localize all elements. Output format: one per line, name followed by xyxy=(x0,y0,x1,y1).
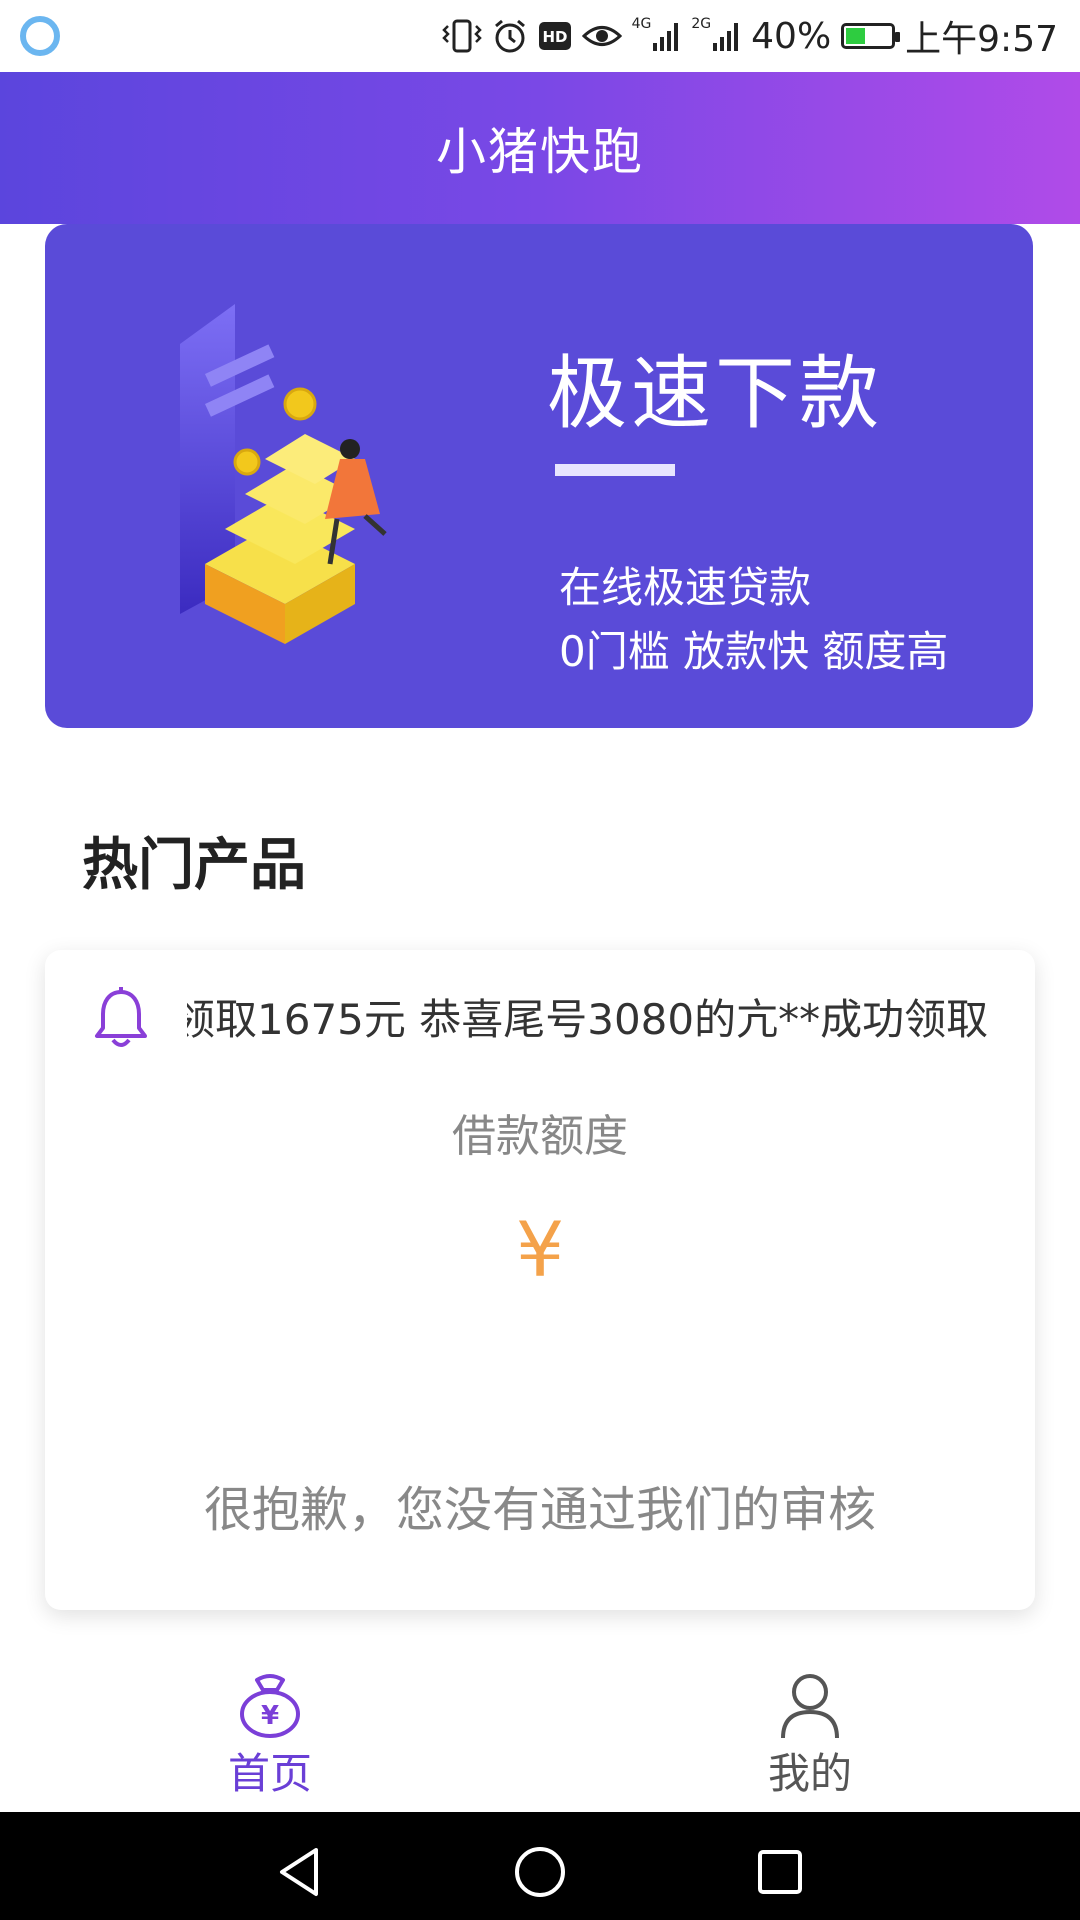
eye-comfort-icon xyxy=(581,16,622,56)
banner-divider xyxy=(555,464,675,476)
page-title: 小猪快跑 xyxy=(436,123,644,181)
currency-symbol: ¥ xyxy=(515,1205,565,1294)
user-icon xyxy=(781,1674,839,1739)
svg-text:HD: HD xyxy=(542,28,567,46)
alarm-icon xyxy=(492,16,528,56)
promo-banner[interactable]: 极速下款 在线极速贷款 0门槛 放款快 额度高 xyxy=(45,224,1033,728)
signal-icon: 4G xyxy=(632,16,682,56)
tab-label: 我的 xyxy=(767,1749,852,1798)
tab-home[interactable]: ¥ 首页 xyxy=(120,1640,420,1812)
notification-ticker: 领取1675元 恭喜尾号3080的亢**成功领取 xyxy=(187,990,987,1050)
app-notification-icon xyxy=(20,16,60,56)
network-type-label: 2G xyxy=(691,16,712,32)
signal-icon: 2G xyxy=(691,16,741,56)
status-bar: HD 4G 2G 40% 上午9:57 xyxy=(0,0,1080,72)
bottom-tab-bar: ¥ 首页 我的 xyxy=(0,1640,1080,1812)
ticker-text: 领取1675元 恭喜尾号3080的亢**成功领取 xyxy=(187,995,987,1044)
banner-title: 极速下款 xyxy=(547,347,883,440)
banner-subtitle-2: 0门槛 放款快 额度高 xyxy=(559,627,949,676)
app-header: 小猪快跑 xyxy=(0,72,1080,224)
stairs-illustration xyxy=(180,304,387,644)
tab-label: 首页 xyxy=(227,1749,312,1798)
loan-amount-label: 借款额度 xyxy=(452,1111,628,1162)
clock: 上午9:57 xyxy=(905,19,1058,60)
tab-mine[interactable]: 我的 xyxy=(660,1640,960,1812)
vibrate-icon xyxy=(441,16,482,56)
banner-subtitle-1: 在线极速贷款 xyxy=(559,563,812,612)
battery-icon xyxy=(841,23,901,49)
back-icon[interactable] xyxy=(270,1842,330,1902)
network-type-label: 4G xyxy=(631,16,652,32)
battery-percent: 40% xyxy=(751,15,832,57)
status-icons: HD 4G 2G 40% 上午9:57 xyxy=(441,12,1058,60)
recents-icon[interactable] xyxy=(750,1842,810,1902)
svg-text:¥: ¥ xyxy=(261,1701,279,1731)
reject-message: 很抱歉，您没有通过我们的审核 xyxy=(203,1482,876,1538)
system-nav-bar xyxy=(0,1812,1080,1920)
bell-icon xyxy=(95,987,147,1047)
product-card[interactable]: 领取1675元 恭喜尾号3080的亢**成功领取 借款额度 ¥ 很抱歉，您没有通… xyxy=(45,950,1035,1610)
hd-icon: HD xyxy=(538,16,572,56)
money-bag-icon: ¥ xyxy=(240,1674,300,1738)
section-title: 热门产品 xyxy=(82,833,306,898)
home-icon[interactable] xyxy=(510,1842,570,1902)
